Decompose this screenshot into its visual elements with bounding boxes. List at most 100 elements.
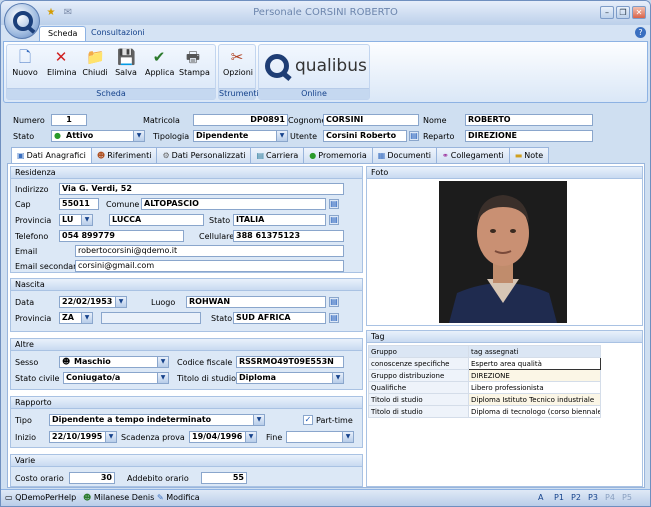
close-icon[interactable]: ✕ (632, 6, 646, 19)
utente-label: Utente (290, 132, 318, 141)
cellulare-field[interactable]: 388 61375123 (233, 230, 344, 242)
costo-orario-field[interactable]: 30 (69, 472, 115, 484)
table-row[interactable]: conoscenze specifiche Esperto area quali… (368, 357, 601, 370)
status-app[interactable]: ▭ QDemoPerHelp (5, 493, 76, 502)
chevron-down-icon[interactable]: ▼ (81, 215, 92, 225)
table-row[interactable]: Titolo di studio Diploma di tecnologo (c… (368, 405, 601, 418)
page-button-a[interactable]: A (538, 493, 543, 502)
page-button-p5[interactable]: P5 (622, 493, 632, 502)
chevron-down-icon[interactable]: ▼ (157, 357, 168, 367)
minimize-icon[interactable]: – (600, 6, 614, 19)
tab-dati-anagrafici[interactable]: ▣ Dati Anagrafici (11, 147, 92, 164)
chevron-down-icon[interactable]: ▼ (81, 313, 92, 323)
data-nascita-field[interactable]: 22/02/1953 ▼ (59, 296, 127, 308)
provincia-label: Provincia (15, 216, 52, 225)
part-time-checkbox[interactable]: ✓ (303, 415, 313, 425)
tab-promemoria[interactable]: ● Promemoria (303, 147, 373, 163)
apply-icon: ✔ (152, 48, 166, 66)
tab-consultazioni[interactable]: Consultazioni (83, 26, 153, 41)
chevron-down-icon[interactable]: ▼ (105, 432, 116, 442)
page-button-p2[interactable]: P2 (571, 493, 581, 502)
indirizzo-field[interactable]: Via G. Verdi, 52 (59, 183, 344, 195)
elimina-button[interactable]: ✕ Elimina (47, 48, 77, 77)
tab-dati-personalizzati[interactable]: ⚙ Dati Personalizzati (156, 147, 252, 163)
new-document-icon: 🗋 (18, 48, 32, 66)
section-title: Altre (11, 339, 362, 351)
app-menu-button[interactable] (4, 3, 40, 39)
provincia-nascita-select[interactable]: ZA ▼ (59, 312, 93, 324)
luogo-lookup-icon[interactable]: ▤ (329, 297, 339, 307)
qualibus-logo[interactable]: qualibus (265, 54, 367, 78)
chevron-down-icon[interactable]: ▼ (157, 373, 168, 383)
restore-icon[interactable]: ❐ (616, 6, 630, 19)
telefono-field[interactable]: 054 899779 (59, 230, 184, 242)
stato-nascita-lookup-icon[interactable]: ▤ (329, 313, 339, 323)
save-icon: 💾 (117, 48, 136, 66)
utente-lookup-icon[interactable]: ▤ (409, 131, 419, 141)
stato-residenza-field[interactable]: ITALIA (233, 214, 326, 226)
reparto-field[interactable]: DIREZIONE (465, 130, 593, 142)
utente-field[interactable]: Corsini Roberto (323, 130, 407, 142)
stato-select[interactable]: ● Attivo ▼ (51, 130, 145, 142)
numero-field[interactable]: 1 (51, 114, 87, 126)
inizio-field[interactable]: 22/10/1995 ▼ (49, 431, 117, 443)
stato-lookup-icon[interactable]: ▤ (329, 215, 339, 225)
tab-note[interactable]: ▬ Note (508, 147, 550, 163)
help-icon[interactable]: ? (635, 27, 646, 38)
provincia-select[interactable]: LU ▼ (59, 214, 93, 226)
nome-field[interactable]: ROBERTO (465, 114, 593, 126)
tab-documenti[interactable]: ▦ Documenti (371, 147, 438, 163)
comune-lookup-icon[interactable]: ▤ (329, 199, 339, 209)
sesso-select[interactable]: ☻ Maschio ▼ (59, 356, 169, 368)
stato-nascita-field[interactable]: SUD AFRICA (233, 312, 326, 324)
link-icon: ⚭ (442, 151, 449, 160)
chevron-down-icon[interactable]: ▼ (115, 297, 126, 307)
table-row[interactable]: Titolo di studio Diploma Istituto Tecnic… (368, 393, 601, 406)
page-button-p4[interactable]: P4 (605, 493, 615, 502)
provincia-nome-field[interactable]: LUCCA (109, 214, 204, 226)
table-row[interactable]: Qualifiche Libero professionista (368, 381, 601, 394)
table-row[interactable]: Gruppo distribuzione DIREZIONE (368, 369, 601, 382)
page-button-p3[interactable]: P3 (588, 493, 598, 502)
addebito-orario-field[interactable]: 55 (201, 472, 247, 484)
comune-field[interactable]: ALTOPASCIO (141, 198, 326, 210)
page-button-p1[interactable]: P1 (554, 493, 564, 502)
matricola-field[interactable]: DP0891 (193, 114, 288, 126)
tipo-rapporto-select[interactable]: Dipendente a tempo indeterminato ▼ (49, 414, 265, 426)
chevron-down-icon[interactable]: ▼ (253, 415, 264, 425)
chevron-down-icon[interactable]: ▼ (342, 432, 353, 442)
chiudi-button[interactable]: 📁 Chiudi (81, 48, 109, 77)
stato-civile-select[interactable]: Coniugato/a ▼ (63, 372, 169, 384)
tab-scheda[interactable]: Scheda (39, 26, 87, 41)
email-secondaria-field[interactable]: corsini@gmail.com (75, 260, 344, 272)
tipologia-select[interactable]: Dipendente ▼ (193, 130, 288, 142)
email-field[interactable]: robertocorsini@qdemo.it (75, 245, 344, 257)
status-bar: ▭ QDemoPerHelp ☻ Milanese Denis ✎ Modifi… (1, 489, 650, 506)
nuovo-button[interactable]: 🗋 Nuovo (11, 48, 39, 77)
scadenza-prova-field[interactable]: 19/04/1996 ▼ (189, 431, 257, 443)
edit-icon: ✎ (157, 493, 164, 502)
status-user[interactable]: ☻ Milanese Denis (83, 493, 154, 502)
chevron-down-icon[interactable]: ▼ (133, 131, 144, 141)
group-label-scheda: Scheda (7, 88, 215, 99)
window: ★ ✉ Personale CORSINI ROBERTO – ❐ ✕ Sche… (0, 0, 651, 507)
chevron-down-icon[interactable]: ▼ (245, 432, 256, 442)
salva-button[interactable]: 💾 Salva (112, 48, 140, 77)
titolo-studio-select[interactable]: Diploma ▼ (236, 372, 344, 384)
cap-field[interactable]: 55011 (59, 198, 99, 210)
applica-button[interactable]: ✔ Applica (145, 48, 174, 77)
stampa-button[interactable]: 🖶 Stampa (179, 48, 210, 77)
fine-field[interactable]: ▼ (286, 431, 354, 443)
folder-icon: 📁 (86, 48, 105, 66)
luogo-field[interactable]: ROHWAN (186, 296, 326, 308)
employee-photo[interactable] (439, 181, 567, 323)
chevron-down-icon[interactable]: ▼ (332, 373, 343, 383)
codice-fiscale-field[interactable]: RSSRMO49T09E553N (236, 356, 344, 368)
tab-riferimenti[interactable]: ☻ Riferimenti (90, 147, 158, 163)
tab-collegamenti[interactable]: ⚭ Collegamenti (436, 147, 510, 163)
opzioni-button[interactable]: ✂ Opzioni (223, 48, 253, 77)
tab-carriera[interactable]: ▤ Carriera (250, 147, 305, 163)
cognome-field[interactable]: CORSINI (323, 114, 419, 126)
chevron-down-icon[interactable]: ▼ (276, 131, 287, 141)
provincia-nascita-nome-field[interactable] (101, 312, 201, 324)
